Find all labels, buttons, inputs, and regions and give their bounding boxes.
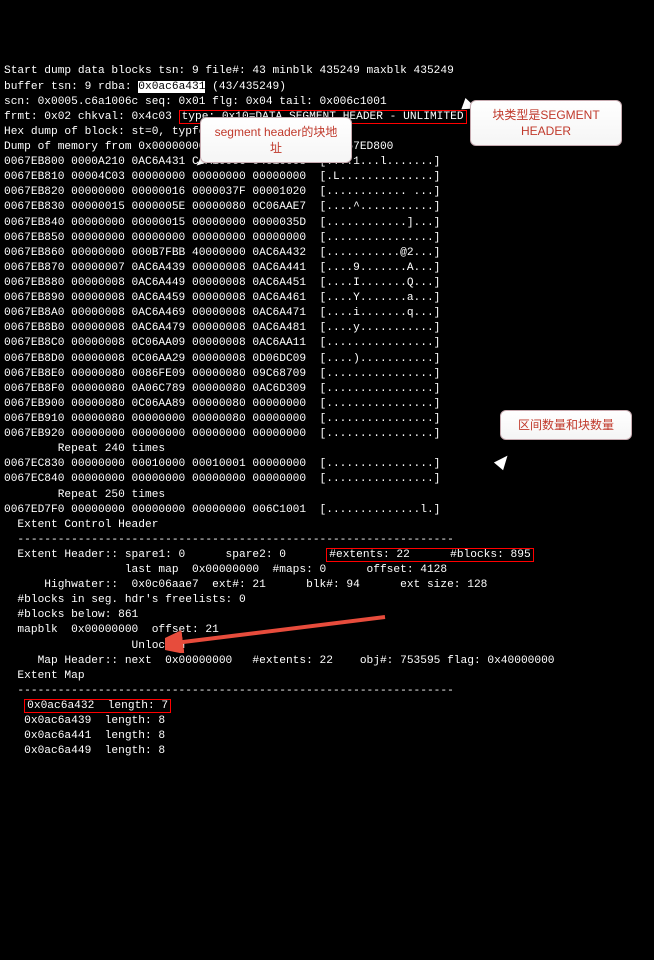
hex-line: 0067EB870 00000007 0AC6A439 00000008 0AC…: [4, 262, 440, 274]
callout-block-type: 块类型是SEGMENT HEADER: [470, 100, 622, 146]
dump-line: (43/435249): [205, 81, 286, 93]
callout-segment-header-addr: segment header的块地址: [200, 117, 352, 163]
hex-line: 0067EB890 00000008 0AC6A459 00000008 0AC…: [4, 292, 440, 304]
hex-line: 0067EB860 00000000 000B7FBB 40000000 0AC…: [4, 247, 440, 259]
arrow-icon: [165, 613, 395, 653]
hex-line: 0067EB880 00000008 0AC6A449 00000008 0AC…: [4, 277, 440, 289]
section-title: Extent Map: [4, 670, 85, 682]
dump-line: buffer tsn: 9 rdba:: [4, 81, 138, 93]
callout-tail: [494, 452, 512, 470]
hex-line: 0067EB8C0 00000008 0C06AA09 00000008 0AC…: [4, 337, 440, 349]
extent-map-line: 0x0ac6a439 length: 8: [4, 715, 165, 727]
dump-line: Start dump data blocks tsn: 9 file#: 43 …: [4, 65, 454, 77]
extent-header-line: last map 0x00000000 #maps: 0 offset: 412…: [4, 564, 447, 576]
repeat-line: Repeat 250 times: [4, 489, 165, 501]
extent-header-line: Extent Header:: spare1: 0 spare2: 0: [4, 549, 326, 561]
hex-line: 0067EB910 00000080 00000000 00000080 000…: [4, 413, 440, 425]
callout-extent-count: 区间数量和块数量: [500, 410, 632, 440]
hex-line: 0067EB8B0 00000008 0AC6A479 00000008 0AC…: [4, 322, 440, 334]
hex-line: 0067EC840 00000000 00000000 00000000 000…: [4, 473, 440, 485]
divider-line: ----------------------------------------…: [4, 685, 454, 697]
extent-header-line: #blocks below: 861: [4, 609, 138, 621]
extent-header-line: Unlocked: [4, 640, 185, 652]
hex-line: 0067EB8E0 00000080 0086FE09 00000080 09C…: [4, 368, 440, 380]
hex-line: 0067EB810 00004C03 00000000 00000000 000…: [4, 171, 440, 183]
hex-line: 0067ED7F0 00000000 00000000 00000000 006…: [4, 504, 440, 516]
hex-line: 0067EC830 00000000 00010000 00010001 000…: [4, 458, 440, 470]
extent-map-line: 0x0ac6a441 length: 8: [4, 730, 165, 742]
hex-line: 0067EB8D0 00000008 0C06AA29 00000008 0D0…: [4, 353, 440, 365]
extent-header-line: Map Header:: next 0x00000000 #extents: 2…: [4, 655, 555, 667]
hex-line: 0067EB820 00000000 00000016 0000037F 000…: [4, 186, 440, 198]
hex-line: 0067EB920 00000000 00000000 00000000 000…: [4, 428, 440, 440]
hex-line: 0067EB830 00000015 0000005E 00000080 0C0…: [4, 201, 440, 213]
hex-line: 0067EB850 00000000 00000000 00000000 000…: [4, 232, 440, 244]
hex-line: 0067EB900 00000080 0C06AA89 00000080 000…: [4, 398, 440, 410]
extent-header-line: Highwater:: 0x0c06aae7 ext#: 21 blk#: 94…: [4, 579, 487, 591]
hex-line: 0067EB840 00000000 00000015 00000000 000…: [4, 217, 440, 229]
dump-line: scn: 0x0005.c6a1006c seq: 0x01 flg: 0x04…: [4, 96, 387, 108]
extent-header-line: #blocks in seg. hdr's freelists: 0: [4, 594, 246, 606]
extents-blocks-box: #extents: 22 #blocks: 895: [326, 548, 533, 562]
hex-line: 0067EB8A0 00000008 0AC6A469 00000008 0AC…: [4, 307, 440, 319]
repeat-line: Repeat 240 times: [4, 443, 165, 455]
hex-line: 0067EB8F0 00000080 0A06C789 00000080 0AC…: [4, 383, 440, 395]
rdba-highlight: 0x0ac6a431: [138, 81, 205, 93]
section-title: Extent Control Header: [4, 519, 158, 531]
divider-line: ----------------------------------------…: [4, 534, 454, 546]
first-extent-box: 0x0ac6a432 length: 7: [24, 699, 171, 713]
dump-line: frmt: 0x02 chkval: 0x4c03: [4, 111, 179, 123]
extent-map-line: [4, 700, 24, 712]
extent-map-line: 0x0ac6a449 length: 8: [4, 745, 165, 757]
